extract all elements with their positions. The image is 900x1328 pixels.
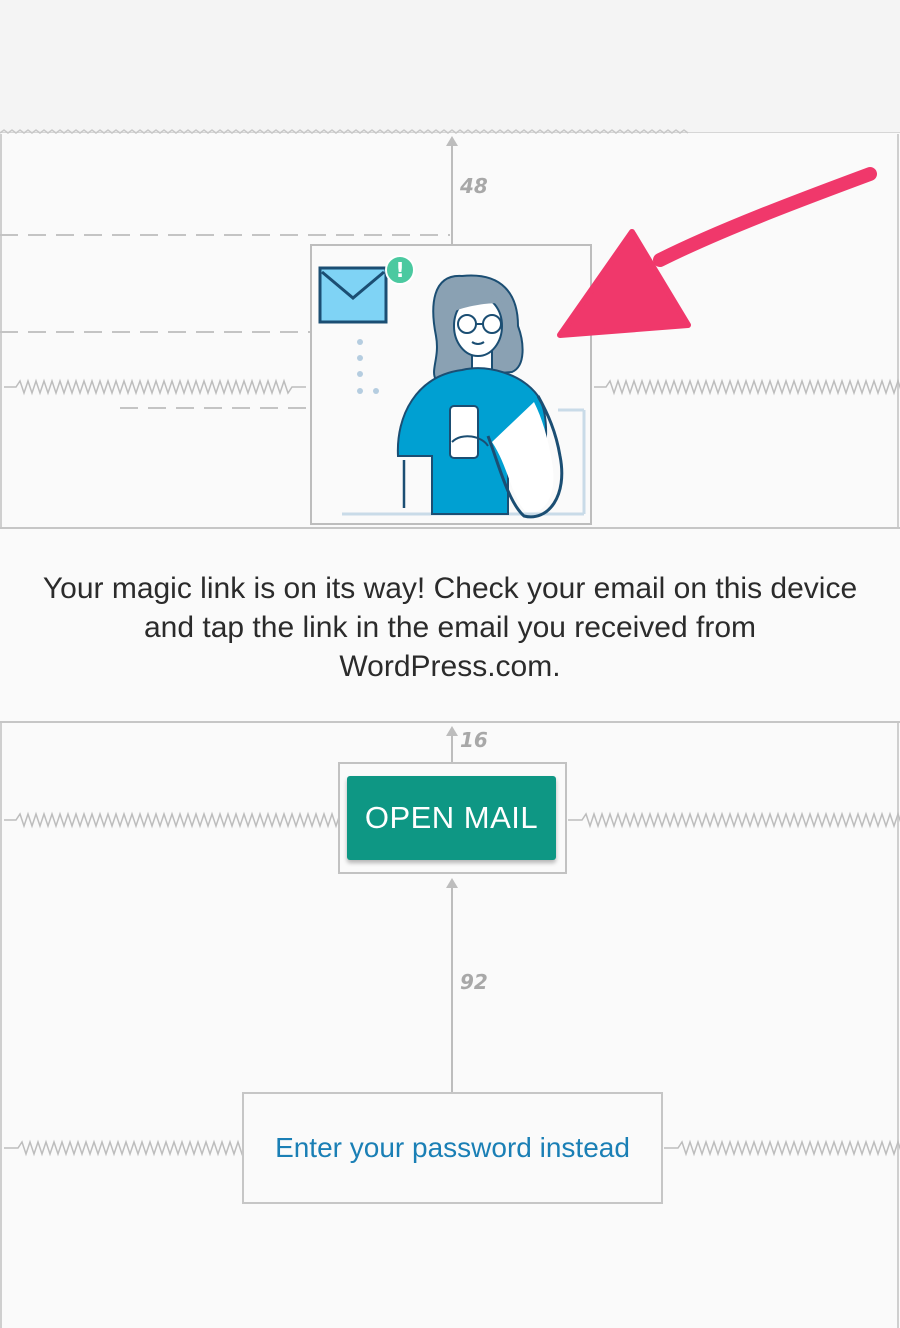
bottom-spacing-label: 92	[460, 970, 488, 994]
open-mail-button[interactable]: OPEN MAIL	[347, 776, 556, 860]
enter-password-link[interactable]: Enter your password instead	[244, 1094, 661, 1202]
envelope-icon	[318, 266, 388, 324]
dotted-trail	[357, 339, 379, 394]
top-spacing-label: 48	[460, 174, 488, 198]
alert-badge-text: !	[395, 258, 404, 282]
layout-inspector-page: 48 16 92 ! Your magic link is on its way…	[0, 0, 900, 1328]
password-link-bounds: Enter your password instead	[242, 1092, 663, 1204]
button-spacing-label: 16	[460, 728, 488, 752]
alert-badge-icon: !	[385, 255, 415, 285]
pointer-arrow-icon	[557, 167, 877, 338]
magic-link-message: Your magic link is on its way! Check you…	[42, 572, 858, 683]
message-panel: Your magic link is on its way! Check you…	[0, 527, 900, 723]
